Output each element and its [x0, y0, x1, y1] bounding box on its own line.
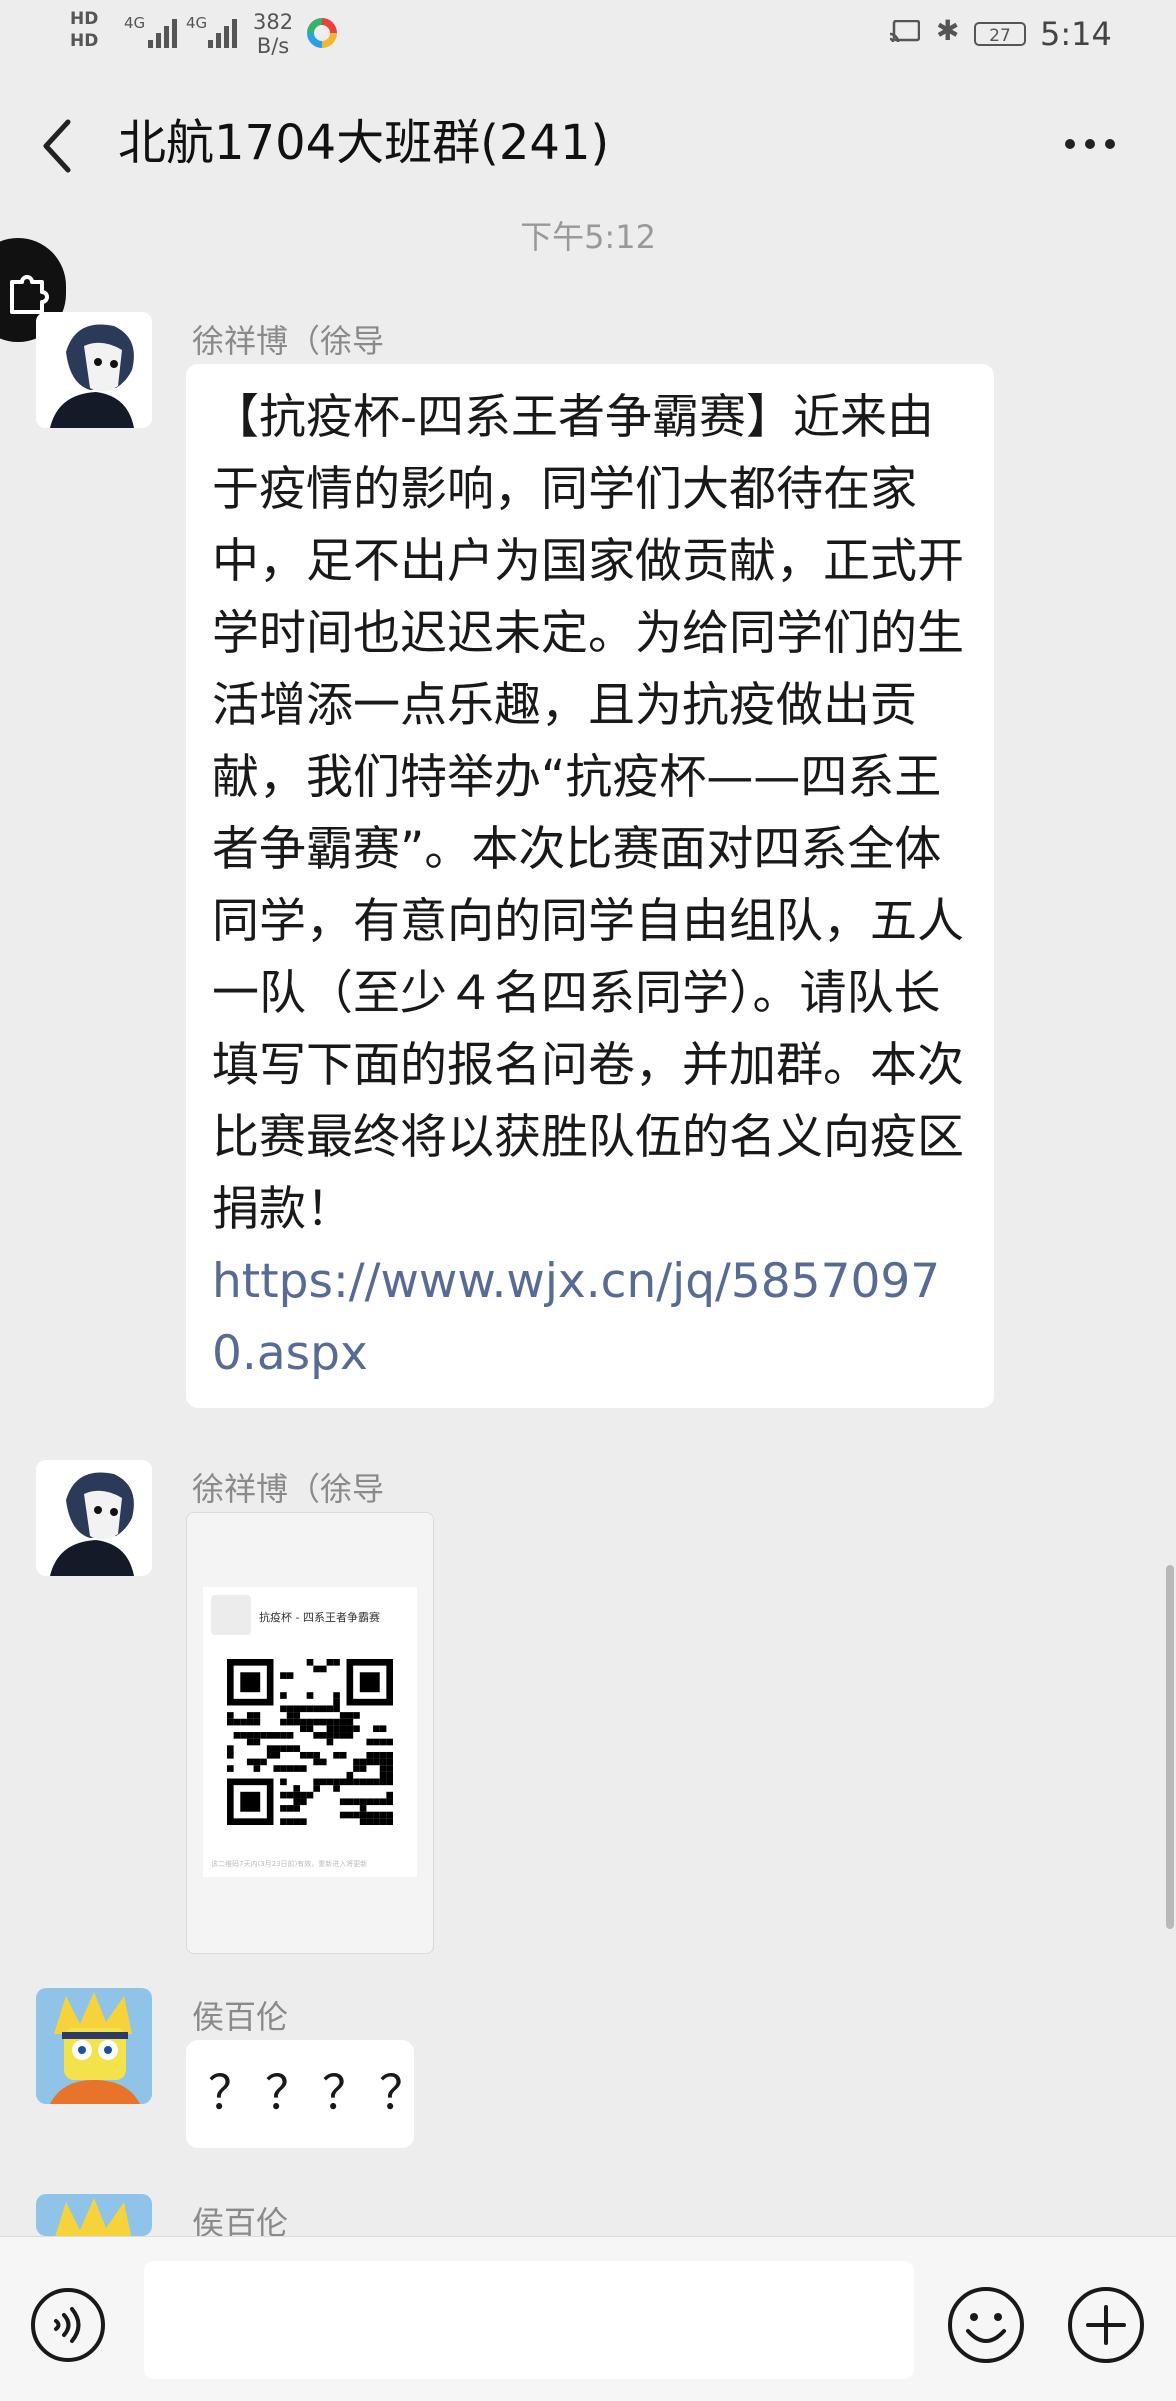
chat-title: 北航1704大班群(241) — [118, 115, 610, 171]
battery-icon: 27 — [974, 22, 1026, 46]
voice-icon[interactable] — [30, 2287, 106, 2363]
avatar[interactable] — [36, 2194, 152, 2236]
network-speed-unit: B/s — [256, 34, 290, 58]
message-bubble[interactable]: 【抗疫杯-四系王者争霸赛】近来由于疫情的影响，同学们大都待在家中，足不出户为国家… — [186, 364, 994, 1408]
network-speed: 382 B/s — [253, 10, 293, 58]
sender-name: 侯百伦 — [192, 1998, 289, 2036]
hd-indicator: HD HD — [70, 8, 98, 52]
qr-code-card: 抗疫杯 - 四系王者争霸赛 该二维码7天内(3月23日前)有效，重新进入将更新 — [203, 1587, 417, 1877]
avatar[interactable] — [36, 1460, 152, 1576]
message-text: 【抗疫杯-四系王者争霸赛】近来由于疫情的影响，同学们大都待在家中，足不出户为国家… — [212, 390, 964, 1237]
cartoon-character-avatar-icon — [36, 2194, 152, 2236]
qr-code-icon — [227, 1659, 393, 1825]
image-message[interactable]: 抗疫杯 - 四系王者争霸赛 该二维码7天内(3月23日前)有效，重新进入将更新 — [186, 1512, 434, 1954]
status-bar: HD HD 4G 4G 382 B/s ✱ 27 5:14 — [0, 0, 1176, 72]
masked-figure-avatar-icon — [36, 312, 152, 428]
clock: 5:14 — [1040, 15, 1112, 53]
chevron-left-icon[interactable] — [38, 116, 78, 176]
hd-label-top: HD — [70, 9, 99, 29]
avatar[interactable] — [36, 312, 152, 428]
masked-figure-avatar-icon — [36, 1460, 152, 1576]
hd-label-bottom: HD — [70, 31, 99, 51]
message-timestamp: 下午5:12 — [520, 218, 656, 256]
scrollbar[interactable] — [1166, 1565, 1174, 1929]
signal-strength-icon — [148, 19, 177, 48]
more-dots-icon[interactable] — [1062, 132, 1118, 156]
message-input[interactable] — [144, 2261, 914, 2379]
message-input-bar — [0, 2236, 1176, 2401]
bluetooth-icon: ✱ — [936, 14, 960, 47]
signal-strength-icon-2 — [208, 19, 237, 48]
qr-card-footer: 该二维码7天内(3月23日前)有效，重新进入将更新 — [211, 1860, 368, 1868]
sender-name: 徐祥博（徐导 — [192, 1470, 385, 1508]
emoji-icon[interactable] — [946, 2285, 1026, 2365]
survey-app-icon — [211, 1595, 251, 1635]
signal-label-2: 4G — [186, 14, 208, 32]
message-text: ？？？？ — [208, 2066, 436, 2121]
chat-header: 北航1704大班群(241) — [0, 72, 1176, 212]
qr-card-title: 抗疫杯 - 四系王者争霸赛 — [259, 1611, 380, 1624]
avatar[interactable] — [36, 1988, 152, 2104]
message-bubble[interactable]: ？？？？ — [186, 2040, 426, 2148]
message-link[interactable]: https://www.wjx.cn/jq/58570970.aspx — [212, 1254, 940, 1381]
cartoon-character-avatar-icon — [36, 1988, 152, 2104]
puzzle-icon — [10, 275, 49, 314]
plus-icon[interactable] — [1066, 2285, 1146, 2365]
app-notification-icon — [307, 18, 337, 48]
cast-icon — [890, 20, 920, 42]
network-speed-value: 382 — [253, 10, 294, 34]
sender-name: 徐祥博（徐导 — [192, 322, 385, 360]
signal-label-1: 4G — [124, 14, 146, 32]
